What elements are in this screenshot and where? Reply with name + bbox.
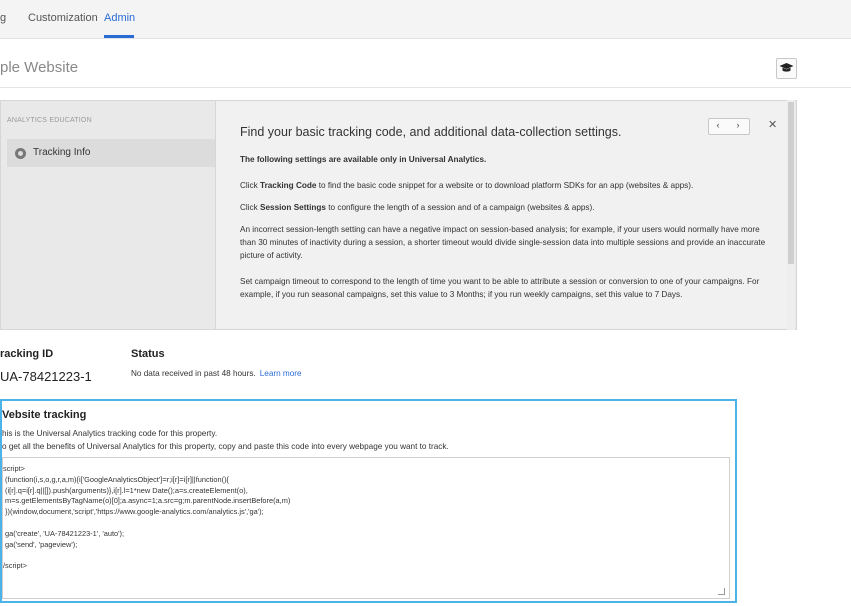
status-text: No data received in past 48 hours. Learn … [131,369,302,378]
education-content: Find your basic tracking code, and addit… [215,101,787,329]
code-line: (i[r].q=i[r].q||[]).push(arguments)},i[r… [3,485,248,495]
website-tracking-description: his is the Universal Analytics tracking … [2,429,218,438]
website-tracking-panel: Vebsite tracking his is the Universal An… [0,399,737,603]
close-icon[interactable]: ✕ [768,118,777,131]
resize-handle[interactable] [718,588,725,595]
info-circle-icon [15,148,26,159]
tracking-id-label: racking ID [0,348,54,360]
education-sidebar-heading: ANALYTICS EDUCATION [7,117,92,124]
tracking-code-textarea[interactable]: script> (function(i,s,o,g,r,a,m){i['Goog… [2,457,730,599]
education-paragraph-session-length: An incorrect session-length setting can … [240,225,766,260]
education-paragraph-tracking-code: Click Tracking Code to find the basic co… [240,181,694,190]
tab-customization[interactable]: Customization [28,12,98,24]
active-tab-indicator [104,35,134,38]
site-title: ple Website [0,59,79,76]
property-header: ple Website [0,39,851,88]
education-paragraph-session-settings: Click Session Settings to configure the … [240,203,595,212]
code-line: ga('send', 'pageview'); [3,539,78,549]
education-pager: ‹ › [708,118,750,135]
website-tracking-instructions: o get all the benefits of Universal Anal… [2,442,449,451]
education-toggle-button[interactable] [776,58,797,79]
code-line: m=s.getElementsByTagName(o)[0];a.async=1… [3,496,291,506]
website-tracking-title: Vebsite tracking [2,409,87,421]
education-intro: The following settings are available onl… [240,155,487,164]
top-navigation: g Customization Admin [0,0,851,39]
code-line: /script> [3,561,28,571]
tab-admin[interactable]: Admin [104,12,135,24]
analytics-education-panel: ANALYTICS EDUCATION Tracking Info Find y… [0,100,797,330]
graduation-cap-icon [779,63,794,72]
education-paragraph-campaign-timeout: Set campaign timeout to correspond to th… [240,277,760,299]
sidebar-item-tracking-info[interactable]: Tracking Info [7,139,225,167]
sidebar-item-label: Tracking Info [33,147,91,158]
education-sidebar: ANALYTICS EDUCATION Tracking Info [1,101,225,329]
tab-reporting[interactable]: g [0,12,6,24]
previous-button[interactable]: ‹ [709,120,727,130]
education-heading: Find your basic tracking code, and addit… [240,125,622,139]
tracking-id-value: UA-78421223-1 [0,369,92,384]
code-line: script> [3,464,25,473]
code-line: (function(i,s,o,g,r,a,m){i['GoogleAnalyt… [3,474,230,484]
education-scrollbar-thumb[interactable] [788,102,794,264]
learn-more-link[interactable]: Learn more [260,369,302,378]
next-button[interactable]: › [729,120,747,130]
code-line: ga('create', 'UA-78421223-1', 'auto'); [3,528,125,538]
code-line: })(window,document,'script','https://www… [3,507,264,517]
status-label: Status [131,348,165,360]
